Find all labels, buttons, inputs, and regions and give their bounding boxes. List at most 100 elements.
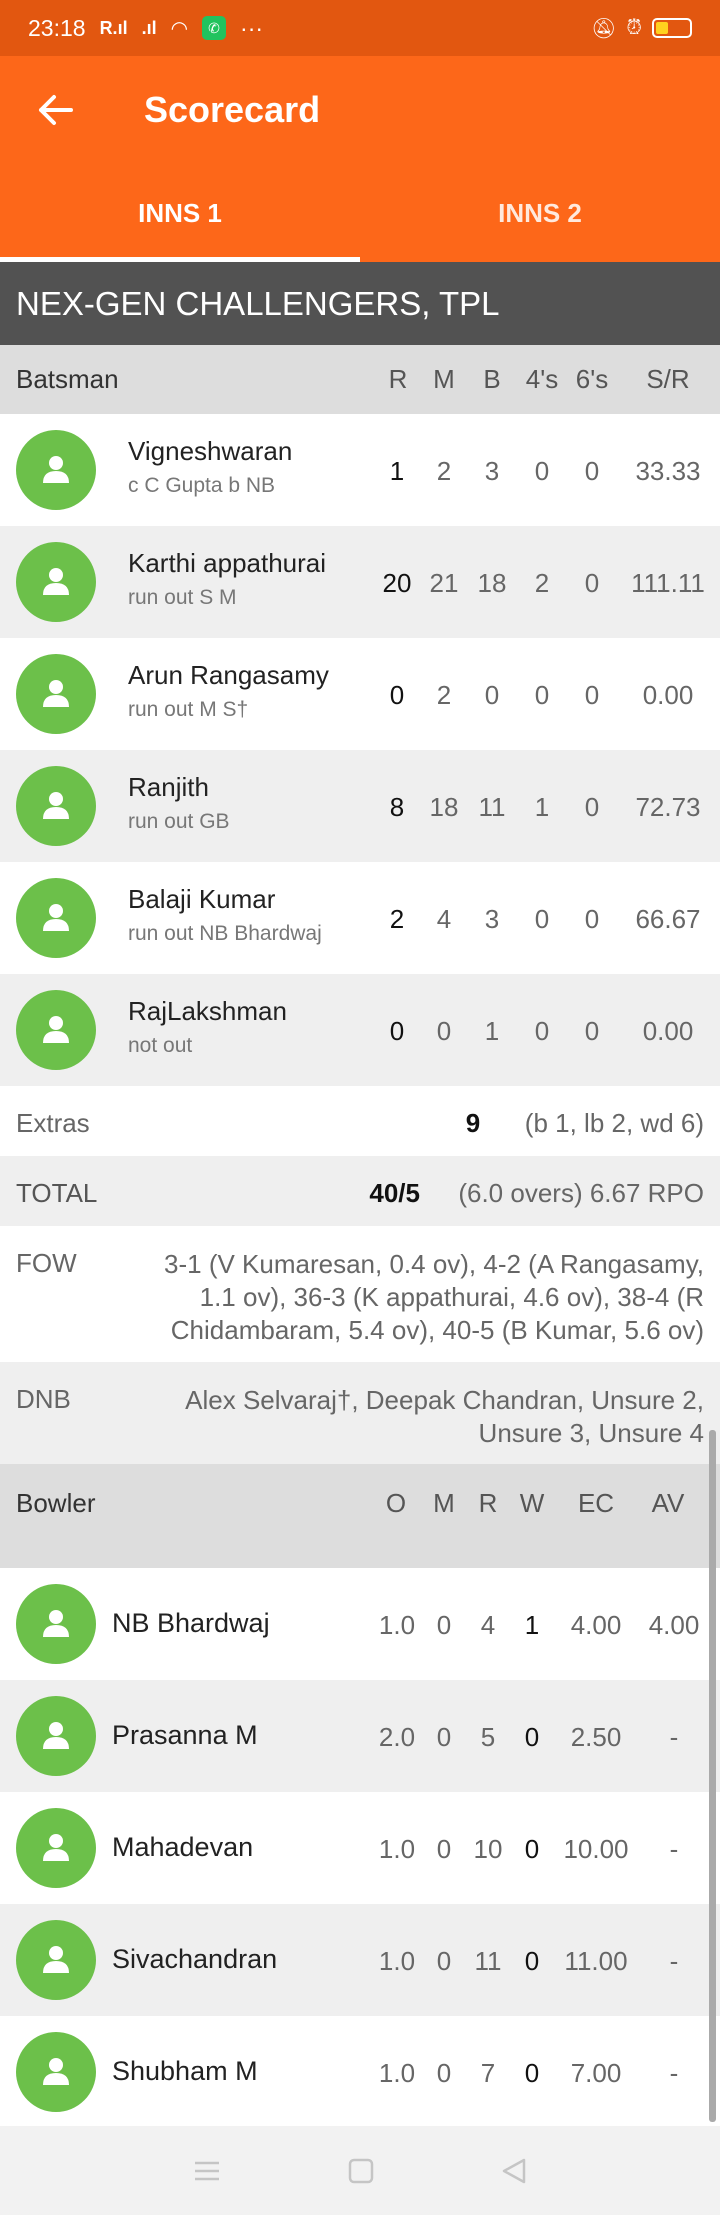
batting-row[interactable]: Arun Rangasamy run out M S† 0 2 0 0 0 0.… xyxy=(0,638,720,750)
person-icon xyxy=(43,792,69,819)
extras-label: Extras xyxy=(16,1108,90,1138)
dismissal-text: run out NB Bhardwaj xyxy=(128,922,322,945)
player-avatar xyxy=(16,542,96,622)
fow-line: Chidambaram, 5.4 ov), 40-5 (B Kumar, 5.6… xyxy=(170,1315,704,1345)
sixes-value: 0 xyxy=(584,792,600,822)
person-icon xyxy=(43,2058,69,2085)
economy-column-header: EC xyxy=(577,1488,615,1518)
balls-column-header: B xyxy=(483,364,501,394)
dnb-line: Alex Selvaraj†, Deepak Chandran, Unsure … xyxy=(185,1385,704,1415)
scrollbar[interactable] xyxy=(709,1430,716,2122)
total-label: TOTAL xyxy=(16,1178,98,1208)
dismissal-text: c C Gupta b NB xyxy=(128,474,276,497)
whatsapp-icon: ✆ xyxy=(202,16,227,40)
overs-value: 2.0 xyxy=(378,1722,416,1752)
player-avatar xyxy=(16,654,96,734)
battery-icon xyxy=(652,18,692,38)
batsman-column-header: Batsman xyxy=(16,364,119,394)
person-icon xyxy=(43,1834,69,1861)
minutes-value: 2 xyxy=(436,456,452,486)
runs-value: 1 xyxy=(389,456,405,486)
minutes-value: 4 xyxy=(436,904,452,934)
person-icon xyxy=(43,456,69,483)
signal-icon: R.ıl xyxy=(99,17,128,38)
overs-value: 1.0 xyxy=(378,1834,416,1864)
balls-value: 0 xyxy=(484,680,500,710)
home-square-icon[interactable] xyxy=(347,2157,375,2185)
total-value: 40/5 xyxy=(369,1178,420,1208)
innings-tabs: INNS 1 INNS 2 xyxy=(0,164,720,262)
strike-rate-value: 111.11 xyxy=(631,568,705,598)
fall-of-wickets-row: FOW 3-1 (V Kumaresan, 0.4 ov), 4-2 (A Ra… xyxy=(0,1226,720,1362)
tab-inns-1[interactable]: INNS 1 xyxy=(0,164,360,262)
batting-row[interactable]: Balaji Kumar run out NB Bhardwaj 2 4 3 0… xyxy=(0,862,720,974)
runs-value: 8 xyxy=(389,792,405,822)
person-icon xyxy=(43,904,69,931)
player-avatar xyxy=(16,2032,96,2112)
average-value: - xyxy=(669,1722,679,1752)
fow-text: 3-1 (V Kumaresan, 0.4 ov), 4-2 (A Rangas… xyxy=(164,1248,704,1347)
strike-rate-value: 66.67 xyxy=(635,904,701,934)
status-bar: 23:18 R.ıl .ıl ◠ ✆ ··· 🔕︎ ⏰︎ xyxy=(0,0,720,56)
batting-row[interactable]: Ranjith run out GB 8 18 11 1 0 72.73 xyxy=(0,750,720,862)
batting-row[interactable]: Karthi appathurai run out S M 20 21 18 2… xyxy=(0,526,720,638)
batting-header: Batsman R M B 4's 6's S/R xyxy=(0,345,720,414)
strike-rate-column-header: S/R xyxy=(646,364,690,394)
bowler-name: Shubham M xyxy=(112,2056,258,2086)
bowling-row[interactable]: Sivachandran 1.0 0 11 0 11.00 - xyxy=(0,1904,720,2016)
batting-row[interactable]: Vigneshwaran c C Gupta b NB 1 2 3 0 0 33… xyxy=(0,414,720,526)
balls-value: 3 xyxy=(484,456,500,486)
sixes-value: 0 xyxy=(584,1016,600,1046)
team-header: NEX-GEN CHALLENGERS, TPL xyxy=(0,262,720,345)
balls-value: 3 xyxy=(484,904,500,934)
more-notifications: ··· xyxy=(240,14,264,41)
bowling-row[interactable]: Shubham M 1.0 0 7 0 7.00 - xyxy=(0,2016,720,2126)
minutes-column-header: M xyxy=(433,364,455,394)
batsman-name: Balaji Kumar xyxy=(128,884,276,914)
overs-value: 1.0 xyxy=(378,2058,416,2088)
balls-value: 1 xyxy=(484,1016,500,1046)
strike-rate-value: 33.33 xyxy=(635,456,701,486)
bowling-row[interactable]: Prasanna M 2.0 0 5 0 2.50 - xyxy=(0,1680,720,1792)
back-triangle-icon[interactable] xyxy=(500,2157,528,2185)
economy-value: 10.00 xyxy=(563,1834,629,1864)
status-time: 23:18 xyxy=(28,14,86,41)
player-avatar xyxy=(16,1584,96,1664)
maidens-value: 0 xyxy=(436,1722,452,1752)
bowler-name: Mahadevan xyxy=(112,1832,254,1862)
average-value: - xyxy=(669,1946,679,1976)
tab-inns-2[interactable]: INNS 2 xyxy=(360,164,720,262)
economy-value: 7.00 xyxy=(570,2058,622,2088)
average-column-header: AV xyxy=(651,1488,685,1518)
dnb-line: Unsure 3, Unsure 4 xyxy=(478,1418,704,1448)
maidens-value: 0 xyxy=(436,1946,452,1976)
economy-value: 4.00 xyxy=(570,1610,622,1640)
runs-value: 0 xyxy=(389,680,405,710)
arrow-left-icon xyxy=(39,95,73,125)
overs-column-header: O xyxy=(385,1488,407,1518)
menu-icon[interactable] xyxy=(192,2159,222,2183)
fow-label: FOW xyxy=(16,1248,77,1278)
extras-detail: (b 1, lb 2, wd 6) xyxy=(524,1108,704,1138)
balls-value: 18 xyxy=(477,568,507,598)
player-avatar xyxy=(16,878,96,958)
wickets-column-header: W xyxy=(519,1488,545,1518)
dismissal-text: run out GB xyxy=(128,810,230,833)
fours-value: 0 xyxy=(534,1016,550,1046)
batting-row[interactable]: RajLakshman not out 0 0 1 0 0 0.00 xyxy=(0,974,720,1086)
runs-conceded-value: 4 xyxy=(480,1610,496,1640)
bowling-row[interactable]: NB Bhardwaj 1.0 0 4 1 4.00 4.00 xyxy=(0,1568,720,1680)
bowling-header: Bowler O M R W EC AV xyxy=(0,1464,720,1568)
person-icon xyxy=(43,1946,69,1973)
total-detail: (6.0 overs) 6.67 RPO xyxy=(458,1178,704,1208)
did-not-bat-row: DNB Alex Selvaraj†, Deepak Chandran, Uns… xyxy=(0,1362,720,1464)
back-button[interactable] xyxy=(16,70,96,150)
signal-icon-2: .ıl xyxy=(141,17,157,38)
bowling-row[interactable]: Mahadevan 1.0 0 10 0 10.00 - xyxy=(0,1792,720,1904)
person-icon xyxy=(43,1610,69,1637)
balls-value: 11 xyxy=(478,792,506,822)
fours-column-header: 4's xyxy=(525,364,559,394)
overs-value: 1.0 xyxy=(378,1610,416,1640)
runs-value: 20 xyxy=(382,568,412,598)
economy-value: 2.50 xyxy=(570,1722,622,1752)
